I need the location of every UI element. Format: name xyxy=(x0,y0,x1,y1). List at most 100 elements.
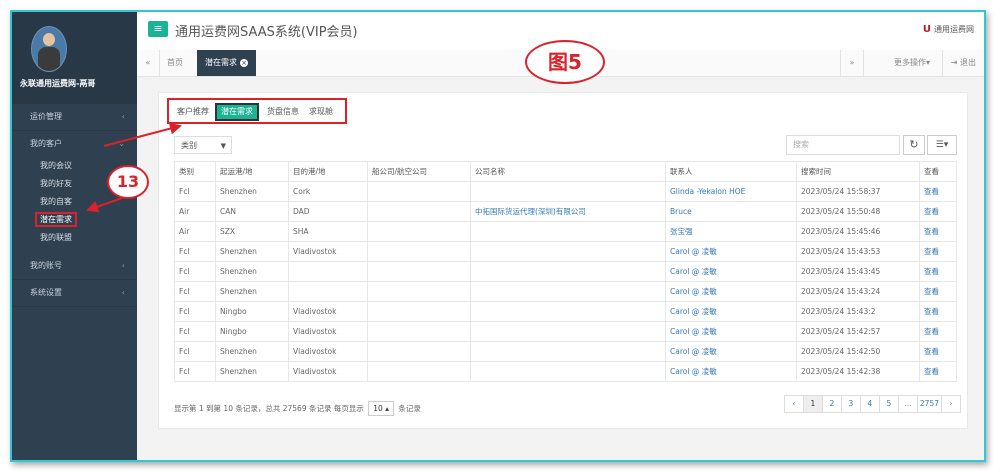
col-carrier[interactable]: 船公司/航空公司 xyxy=(367,161,471,182)
subtab-customer-recommend[interactable]: 客户推荐 xyxy=(173,105,213,119)
cell-view[interactable]: 查看 xyxy=(919,321,957,342)
cell-destination xyxy=(288,281,368,302)
cell-carrier xyxy=(367,301,471,322)
profile: 永联通用运费网-鬲哥 xyxy=(12,12,137,104)
columns-button[interactable]: ☰▾ xyxy=(927,135,957,155)
cell-contact[interactable]: Glinda -Yekalon HOE xyxy=(665,181,797,202)
cell-view[interactable]: 查看 xyxy=(919,281,957,302)
more-actions-dropdown[interactable]: 更多操作▾ xyxy=(886,50,938,76)
cell-destination: Vladivostok xyxy=(288,341,368,362)
double-right-icon[interactable]: » xyxy=(840,50,864,76)
tab-home[interactable]: 首页 xyxy=(159,50,191,76)
col-view[interactable]: 查看 xyxy=(919,161,957,182)
page-button[interactable]: 4 xyxy=(859,395,880,413)
cell-contact[interactable]: Bruce xyxy=(665,201,797,222)
cell-contact[interactable]: Carol @ 凌敏 xyxy=(665,261,797,282)
cell-company[interactable] xyxy=(470,261,666,282)
cell-company[interactable] xyxy=(470,181,666,202)
next-page-button[interactable]: › xyxy=(941,395,961,413)
category-select[interactable]: 类别 ▼ xyxy=(174,136,232,154)
menu-toggle-button[interactable]: ≡ xyxy=(148,21,168,37)
cell-company[interactable] xyxy=(470,281,666,302)
cell-contact[interactable]: Carol @ 凌敏 xyxy=(665,281,797,302)
table-row: Fcl Shenzhen Vladivostok Carol @ 凌敏 2023/05/… xyxy=(174,341,957,362)
cell-contact[interactable]: Carol @ 凌敏 xyxy=(665,241,797,262)
refresh-button[interactable]: ↻ xyxy=(903,135,925,155)
demand-table: 类别 起运港/地 目的港/地 船公司/航空公司 公司名称 联系人 搜索时间 查看… xyxy=(174,161,957,382)
cell-view[interactable]: 查看 xyxy=(919,241,957,262)
cell-search-time: 2023/05/24 15:43:45 xyxy=(796,261,920,282)
cell-company[interactable] xyxy=(470,361,666,382)
col-company[interactable]: 公司名称 xyxy=(470,161,666,182)
cell-company[interactable] xyxy=(470,221,666,242)
logout-button[interactable]: ⇥ 退出 xyxy=(941,50,984,76)
figure-label: 图5 xyxy=(525,40,605,84)
cell-origin: Ningbo xyxy=(215,301,289,322)
cell-company[interactable] xyxy=(470,301,666,322)
cell-company[interactable] xyxy=(470,241,666,262)
sidebar-item-account[interactable]: 我的账号 ‹ xyxy=(12,253,137,280)
cell-search-time: 2023/05/24 15:43:24 xyxy=(796,281,920,302)
page-button[interactable]: 3 xyxy=(840,395,861,413)
cell-type: Fcl xyxy=(174,321,216,342)
cell-search-time: 2023/05/24 15:43:53 xyxy=(796,241,920,262)
cell-view[interactable]: 查看 xyxy=(919,221,957,242)
cell-type: Fcl xyxy=(174,341,216,362)
sidebar-item-pricing[interactable]: 运价管理 ‹ xyxy=(12,104,137,131)
chevron-down-icon: ▼ xyxy=(220,142,226,150)
table-row: Fcl Shenzhen Carol @ 凌敏 2023/05/24 15:43:45… xyxy=(174,261,957,282)
sidebar-sub-alliance[interactable]: 我的联盟 xyxy=(12,229,137,247)
table-row: Fcl Ningbo Vladivostok Carol @ 凌敏 2023/05/24… xyxy=(174,321,957,342)
cell-search-time: 2023/05/24 15:42:57 xyxy=(796,321,920,342)
chevron-left-icon: ‹ xyxy=(121,288,125,297)
cell-origin: Shenzhen xyxy=(215,341,289,362)
cell-view[interactable]: 查看 xyxy=(919,341,957,362)
col-destination[interactable]: 目的港/地 xyxy=(288,161,368,182)
page-button[interactable]: 5 xyxy=(878,395,899,413)
cell-contact[interactable]: Carol @ 凌敏 xyxy=(665,301,797,322)
cell-contact[interactable]: Carol @ 凌敏 xyxy=(665,321,797,342)
subtab-space-request[interactable]: 求现舱 xyxy=(305,105,337,119)
cell-view[interactable]: 查看 xyxy=(919,201,957,222)
sidebar-item-settings[interactable]: 系统设置 ‹ xyxy=(12,280,137,307)
cell-origin: Shenzhen xyxy=(215,241,289,262)
refresh-icon: ↻ xyxy=(909,138,919,151)
cell-destination: DAD xyxy=(288,201,368,222)
cell-view[interactable]: 查看 xyxy=(919,301,957,322)
close-icon[interactable]: × xyxy=(240,59,248,67)
col-search-time[interactable]: 搜索时间 xyxy=(796,161,920,182)
tab-potential-demand[interactable]: 潜在需求 × xyxy=(197,50,256,76)
page-button[interactable]: 2 xyxy=(821,395,842,413)
subtab-cargo-info[interactable]: 货盘信息 xyxy=(263,105,303,119)
page-size-select[interactable]: 10 ▴ xyxy=(368,401,394,416)
prev-page-button[interactable]: ‹ xyxy=(783,395,804,413)
cell-type: Fcl xyxy=(174,261,216,282)
cell-contact[interactable]: Carol @ 凌敏 xyxy=(665,361,797,382)
content-panel: 客户推荐 潜在需求 货盘信息 求现舱 类别 ▼ 搜索 ↻ ☰▾ 类别 起运港/地 … xyxy=(158,92,968,429)
cell-destination: Vladivostok xyxy=(288,361,368,382)
avatar[interactable] xyxy=(31,26,67,72)
subtab-potential-demand[interactable]: 潜在需求 xyxy=(215,103,259,121)
col-type[interactable]: 类别 xyxy=(174,161,216,182)
table-row: Air CAN DAD 中拓国际货运代理(深圳)有限公司 Bruce 2023/05/24… xyxy=(174,201,957,222)
col-origin[interactable]: 起运港/地 xyxy=(215,161,289,182)
cell-view[interactable]: 查看 xyxy=(919,361,957,382)
cell-company[interactable]: 中拓国际货运代理(深圳)有限公司 xyxy=(470,201,666,222)
table-row: Fcl Shenzhen Carol @ 凌敏 2023/05/24 15:43:24… xyxy=(174,281,957,302)
cell-view[interactable]: 查看 xyxy=(919,181,957,202)
cell-company[interactable] xyxy=(470,321,666,342)
user-name[interactable]: 永联通用运费网-鬲哥 xyxy=(20,78,95,89)
cell-contact[interactable]: 张宝强 xyxy=(665,221,797,242)
cell-contact[interactable]: Carol @ 凌敏 xyxy=(665,341,797,362)
page-button[interactable]: ... xyxy=(897,395,918,413)
sidebar-sub-potential-demand[interactable]: 潜在需求 xyxy=(12,211,137,229)
cell-company[interactable] xyxy=(470,341,666,362)
cell-view[interactable]: 查看 xyxy=(919,261,957,282)
sidebar-item-customers[interactable]: 我的客户 ⌄ xyxy=(12,131,137,157)
page-button[interactable]: 1 xyxy=(802,395,823,413)
page-button[interactable]: 2757 xyxy=(916,395,942,413)
double-left-icon[interactable]: « xyxy=(137,50,160,76)
search-input[interactable]: 搜索 xyxy=(786,135,900,155)
table-row: Fcl Shenzhen Vladivostok Carol @ 凌敏 2023/05/… xyxy=(174,241,957,262)
col-contact[interactable]: 联系人 xyxy=(665,161,797,182)
